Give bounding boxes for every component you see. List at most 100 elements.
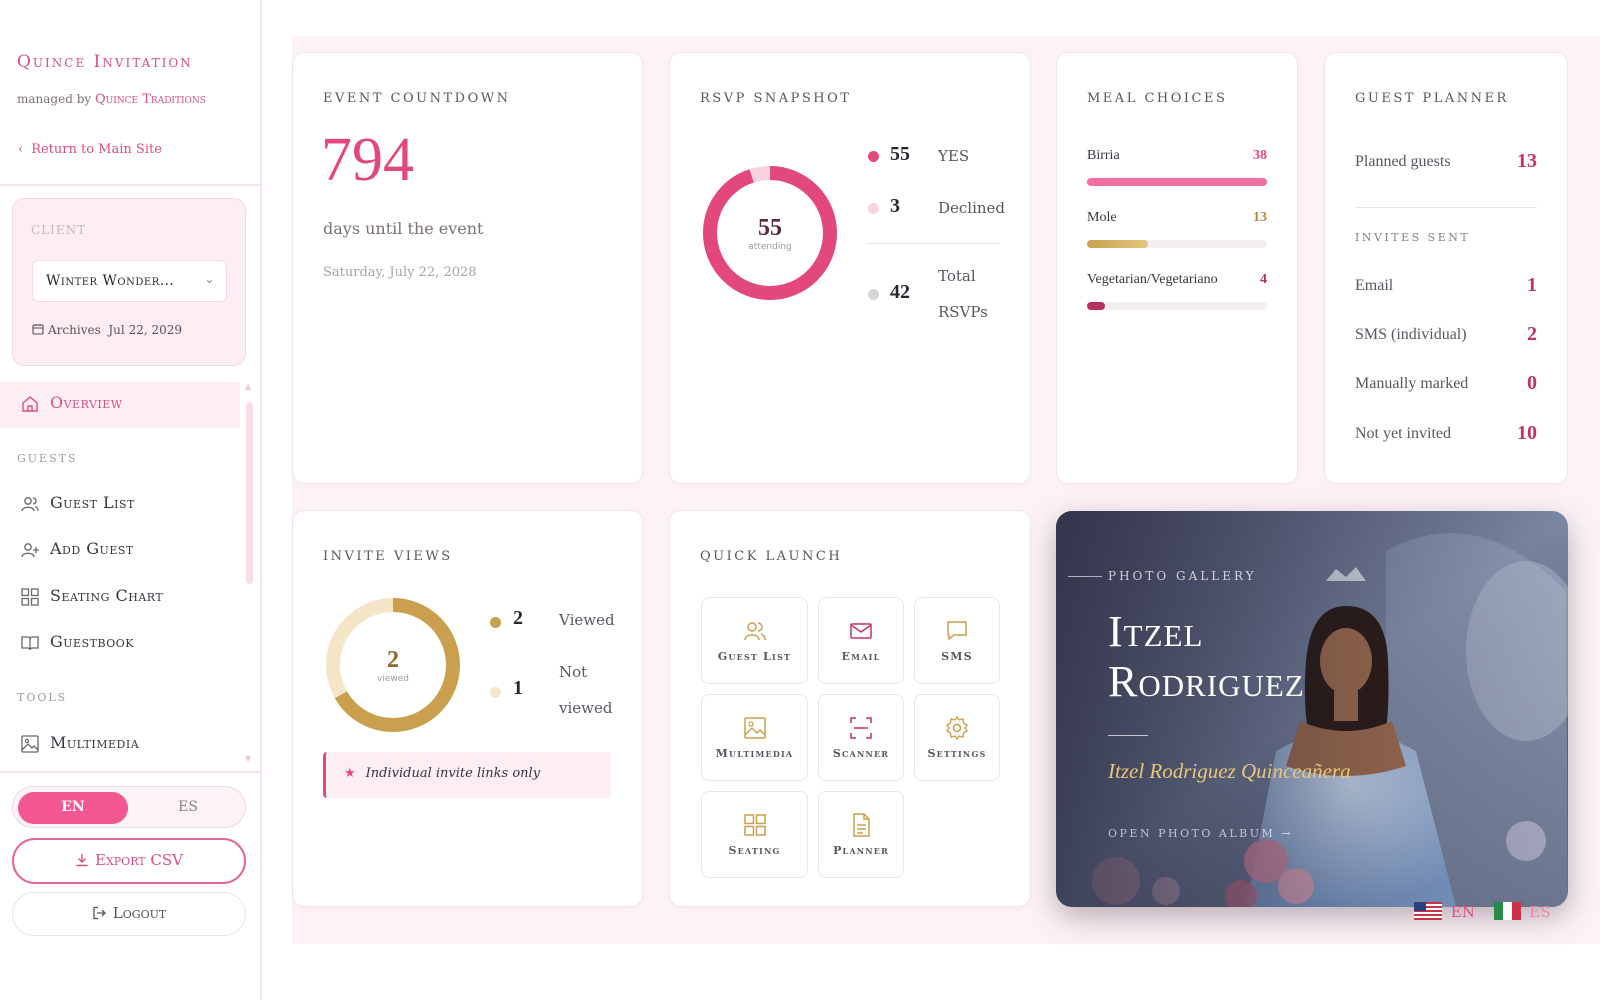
language-es-button[interactable]: ES (138, 792, 238, 824)
sidebar-item-seating-chart[interactable]: Seating Chart (0, 575, 240, 621)
image-icon (21, 735, 39, 753)
sidebar-item-label: Multimedia (50, 733, 140, 752)
managed-by-name[interactable]: Quince Traditions (95, 92, 206, 107)
logout-icon (93, 906, 106, 920)
invite-views-card: INVITE VIEWS 2 viewed 2 Viewed 1 Not vie… (292, 510, 643, 907)
invites-sent-row: Manually marked 0 (1355, 372, 1537, 394)
divider (1355, 207, 1537, 208)
brand-title[interactable]: Quince Invitation (17, 52, 193, 72)
sidebar-item-label: Guest List (50, 493, 135, 512)
quick-launch-settings[interactable]: Settings (914, 694, 1000, 781)
meal-count: 13 (1253, 210, 1267, 225)
invites-sent-label: Manually marked (1355, 375, 1469, 392)
user-plus-icon (21, 543, 39, 558)
sidebar-item-label: Guestbook (50, 632, 134, 651)
meal-name: Birria (1087, 148, 1120, 163)
sidebar-item-multimedia[interactable]: Multimedia (0, 722, 240, 768)
client-selected-value: Winter Wonder… (46, 273, 175, 289)
tile-label: Seating (728, 844, 781, 857)
tile-label: Email (841, 650, 881, 663)
card-title: GUEST PLANNER (1355, 91, 1509, 106)
footer-lang-en[interactable]: EN (1451, 903, 1475, 921)
sidebar-item-add-guest[interactable]: Add Guest (0, 528, 240, 574)
rsvp-declined-label: Declined (938, 199, 1006, 217)
invites-sent-value: 2 (1527, 323, 1537, 345)
rsvp-declined-value: 3 (890, 195, 900, 217)
views-center-value: 2 (387, 647, 399, 673)
tile-label: SMS (941, 650, 973, 663)
gallery-name-line2: Rodriguez (1108, 657, 1305, 706)
invites-sent-label: Not yet invited (1355, 425, 1451, 442)
planned-guests-label: Planned guests (1355, 153, 1451, 170)
legend-dot-viewed (490, 617, 501, 628)
photo-gallery-card[interactable]: PHOTO GALLERY Itzel Rodriguez Itzel Rodri… (1056, 511, 1568, 907)
divider (0, 771, 260, 773)
event-date: Saturday, July 22, 2028 (323, 265, 477, 280)
quick-launch-planner[interactable]: Planner (818, 791, 904, 878)
users-icon (743, 622, 766, 641)
meal-count: 4 (1260, 272, 1267, 287)
rsvp-yes-label: YES (938, 147, 970, 165)
quick-launch-multimedia[interactable]: Multimedia (701, 694, 808, 781)
mx-flag-icon[interactable] (1493, 902, 1521, 920)
countdown-caption: days until the event (323, 219, 484, 238)
rsvp-yes-value: 55 (890, 143, 910, 165)
logout-button[interactable]: Logout (12, 892, 246, 936)
return-link-label: Return to Main Site (31, 142, 162, 157)
note-text: Individual invite links only (365, 766, 541, 781)
viewed-label: Viewed (559, 611, 615, 629)
home-icon (22, 396, 38, 412)
scroll-down-icon[interactable]: ▼ (245, 754, 251, 763)
grid-icon (21, 588, 39, 606)
sidebar: Quince Invitation managed by Quince Trad… (0, 0, 262, 1000)
archives-info: Archives Jul 22, 2029 (32, 323, 182, 337)
meal-bar-track (1087, 178, 1267, 186)
tile-label: Planner (833, 844, 889, 857)
language-en-button[interactable]: EN (18, 792, 128, 824)
chevron-down-icon: ⌄ (204, 272, 215, 286)
sidebar-item-guest-list[interactable]: Guest List (0, 482, 240, 528)
invites-sent-label: Email (1355, 277, 1394, 294)
planned-guests-value: 13 (1517, 150, 1537, 172)
nav-section-tools: TOOLS (17, 691, 68, 704)
quick-launch-guest-list[interactable]: Guest List (701, 597, 808, 684)
footer-language-switch: EN ES (1414, 902, 1551, 921)
meal-choices-card: MEAL CHOICES Birria 38 Mole 13 Vegetarian/Ve… (1056, 52, 1298, 484)
export-csv-button[interactable]: Export CSV (12, 838, 246, 884)
legend-dot-total (868, 289, 879, 300)
quick-launch-sms[interactable]: SMS (914, 597, 1000, 684)
meal-bar-fill (1087, 302, 1105, 310)
meal-name: Vegetarian/Vegetariano (1087, 272, 1218, 287)
sidebar-item-label: Seating Chart (50, 586, 164, 605)
scroll-up-icon[interactable]: ▲ (245, 382, 251, 391)
card-title: MEAL CHOICES (1087, 91, 1228, 106)
sidebar-scroll-thumb[interactable] (246, 402, 253, 584)
return-to-main-site-link[interactable]: ‹ Return to Main Site (18, 142, 162, 157)
language-toggle: EN ES (12, 786, 246, 828)
legend-divider (866, 243, 1000, 244)
quick-launch-seating[interactable]: Seating (701, 791, 808, 878)
meal-bar-fill (1087, 178, 1267, 186)
sidebar-item-overview[interactable]: Overview (0, 382, 240, 428)
image-icon (743, 717, 766, 739)
client-select[interactable]: Winter Wonder… ⌄ (32, 260, 227, 302)
sidebar-item-guestbook[interactable]: Guestbook (0, 621, 240, 667)
quick-launch-email[interactable]: Email (818, 597, 904, 684)
document-icon (853, 813, 870, 837)
scan-icon (850, 717, 872, 739)
footer-lang-es[interactable]: ES (1529, 903, 1550, 921)
book-icon (21, 636, 39, 651)
meal-count: 38 (1253, 148, 1267, 163)
client-panel: CLIENT Winter Wonder… ⌄ Archives Jul 22, … (12, 198, 246, 366)
meal-bar-track (1087, 302, 1267, 310)
gallery-name: Itzel Rodriguez (1108, 607, 1305, 707)
rsvp-donut: 55 attending (703, 166, 837, 300)
card-title: EVENT COUNTDOWN (323, 91, 511, 106)
rsvp-total-label-1: Total (938, 267, 976, 285)
quick-launch-scanner[interactable]: Scanner (818, 694, 904, 781)
download-icon (76, 854, 88, 867)
rsvp-center-value: 55 (758, 215, 782, 241)
us-flag-icon[interactable] (1414, 902, 1442, 920)
open-photo-album-link[interactable]: OPEN PHOTO ALBUM → (1108, 827, 1293, 840)
meal-bar-track (1087, 240, 1267, 248)
